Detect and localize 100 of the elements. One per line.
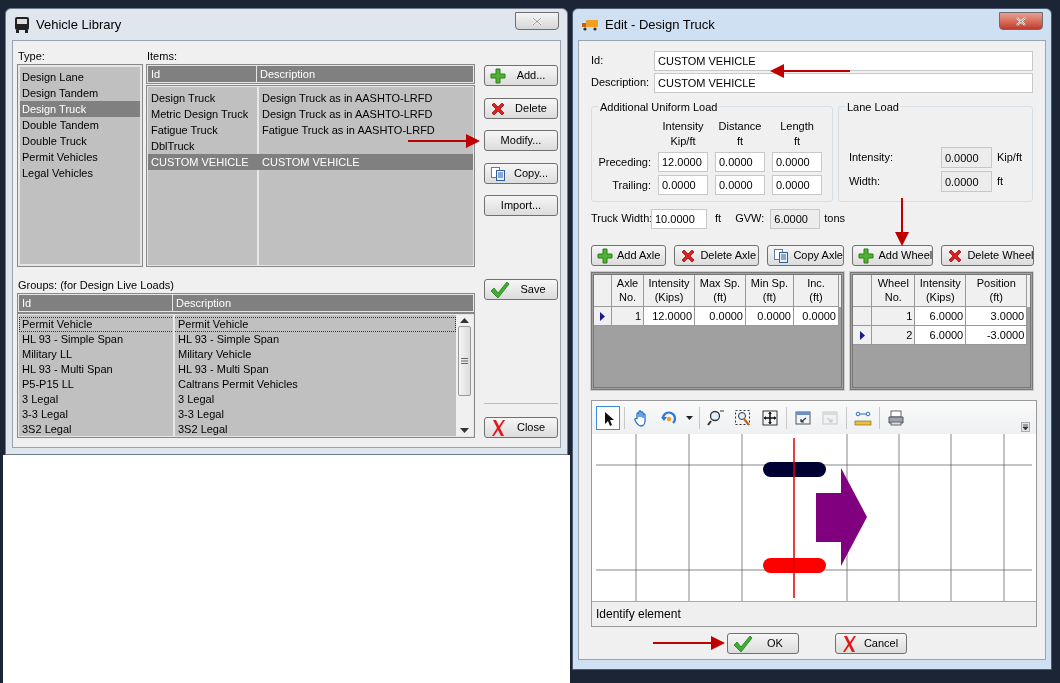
type-list-item[interactable]: Design Tandem	[20, 85, 140, 101]
cancel-button[interactable]: Cancel	[835, 633, 907, 654]
table-cell[interactable]: 0.0000	[695, 307, 746, 326]
groups-row[interactable]: P5-P15 LL Caltrans Permit Vehicles	[19, 377, 456, 392]
table-cell-text: Permit Vehicle	[177, 318, 250, 331]
description-field[interactable]: CUSTOM VEHICLE	[654, 72, 1033, 93]
ok-button[interactable]: OK	[727, 633, 799, 654]
scroll-down-icon[interactable]	[460, 428, 469, 433]
grid-button[interactable]: Copy Axle	[767, 245, 845, 266]
gvw-field[interactable]: 6.0000	[770, 208, 821, 229]
scroll-up-icon[interactable]	[460, 318, 469, 323]
table-cell-text: 3-3 Legal	[177, 408, 225, 421]
library-button[interactable]: Import...	[484, 195, 558, 216]
library-button[interactable]: Copy...	[484, 163, 558, 184]
items-row[interactable]: DblTruck	[148, 138, 198, 154]
close-button[interactable]	[515, 12, 559, 30]
row-header[interactable]	[594, 307, 612, 326]
value-field[interactable]: 0.0000	[715, 152, 765, 172]
items-row[interactable]: Design Truck Design Truck as in AASHTO-LRFD	[148, 90, 436, 106]
close-button[interactable]	[999, 12, 1043, 30]
type-list-item[interactable]: Permit Vehicles	[20, 149, 140, 165]
printer-icon	[887, 408, 905, 427]
column-header[interactable]: Id	[19, 295, 173, 311]
grid-button[interactable]: Add Wheel	[852, 245, 934, 266]
value-field[interactable]: 12.0000	[658, 152, 708, 172]
value-field[interactable]: 0.0000	[658, 175, 708, 195]
row-label: Preceding:	[597, 154, 651, 170]
unit-label: ft	[996, 174, 1004, 190]
type-label: Type:	[18, 49, 46, 64]
type-list-item[interactable]: Double Truck	[20, 133, 140, 149]
table-cell[interactable]: 1	[612, 307, 644, 326]
groups-row[interactable]: Permit Vehicle Permit Vehicle	[19, 317, 456, 332]
toolbar-button[interactable]	[596, 405, 620, 430]
window-title: Vehicle Library	[36, 15, 122, 34]
grid-button[interactable]: Add Axle	[591, 245, 667, 266]
field-label: GVW:	[735, 211, 765, 227]
type-list-item[interactable]: Design Truck	[20, 101, 140, 117]
type-list-item[interactable]: Double Tandem	[20, 117, 140, 133]
table-cell-text: 3-3 Legal	[21, 408, 69, 421]
grip-icon	[461, 357, 468, 364]
table-cell[interactable]: 6.0000	[915, 326, 967, 345]
save-button[interactable]: Save	[484, 279, 558, 300]
table-cell[interactable]: 0.0000	[746, 307, 794, 326]
close-button[interactable]: Close	[484, 417, 558, 438]
row-label: Intensity:	[848, 150, 894, 166]
library-button[interactable]: Delete	[484, 98, 558, 119]
truck-icon	[14, 15, 30, 34]
groups-row[interactable]: Military LL Military Vehicle	[19, 347, 456, 362]
table-cell-text: 3 Legal	[177, 393, 216, 406]
type-list-item[interactable]: Legal Vehicles	[20, 165, 140, 181]
table-cell[interactable]: 3.0000	[966, 307, 1028, 326]
unit-label: tons	[824, 211, 846, 227]
value-field[interactable]: 0.0000	[940, 147, 992, 168]
truck-width-field[interactable]: 10.0000	[651, 208, 707, 229]
library-button[interactable]: Add...	[484, 65, 558, 86]
items-row[interactable]: Fatigue Truck Fatigue Truck as in AASHTO-LRFD	[148, 122, 438, 138]
table-cell[interactable]: 6.0000	[915, 307, 967, 326]
scroll-thumb[interactable]	[458, 325, 471, 396]
table-cell[interactable]: 12.0000	[644, 307, 695, 326]
table-cell[interactable]: -3.0000	[966, 326, 1028, 345]
table-cell[interactable]: 2	[872, 326, 916, 345]
delete-icon	[947, 247, 964, 264]
table-cell-text: Design Truck as in AASHTO-LRFD	[261, 91, 434, 106]
groups-row[interactable]: 3-3 Legal 3-3 Legal	[19, 407, 456, 422]
cancel-icon	[841, 634, 857, 653]
column-header[interactable]: Id	[148, 66, 257, 82]
window-icon	[821, 408, 839, 427]
copy-icon	[773, 247, 790, 264]
scrollbar[interactable]	[456, 315, 473, 436]
type-list-item[interactable]: Design Lane	[20, 69, 140, 85]
grid-button[interactable]: Delete Axle	[674, 245, 760, 266]
value-field[interactable]: 0.0000	[715, 175, 765, 195]
items-row[interactable]: CUSTOM VEHICLE CUSTOM VEHICLE	[148, 154, 473, 170]
current-row-icon	[859, 330, 865, 340]
table-cell[interactable]: 1	[872, 307, 916, 326]
groups-row[interactable]: 3 Legal 3 Legal	[19, 392, 456, 407]
items-row[interactable]: Metric Design Truck Design Truck as in AASHTO-LRFD	[148, 106, 436, 122]
value-field[interactable]: 0.0000	[940, 171, 992, 192]
window-title: Edit - Design Truck	[605, 15, 715, 34]
wheel-shape	[763, 558, 826, 573]
plus-icon	[597, 247, 613, 264]
id-field[interactable]: CUSTOM VEHICLE	[654, 50, 1033, 71]
overflow-icon[interactable]	[1021, 422, 1030, 432]
column-header[interactable]: Description	[257, 66, 473, 82]
groups-row[interactable]: HL 93 - Simple Span HL 93 - Simple Span	[19, 332, 456, 347]
table-cell-text: HL 93 - Simple Span	[177, 333, 281, 346]
value-field[interactable]: 0.0000	[772, 152, 822, 172]
grid-button[interactable]: Delete Wheel	[941, 245, 1035, 266]
column-header: Intensity Kip/ft	[661, 119, 705, 149]
column-header[interactable]: Description	[173, 295, 473, 311]
groups-row[interactable]: HL 93 - Multi Span HL 93 - Multi Span	[19, 362, 456, 377]
library-button[interactable]: Modify...	[484, 130, 558, 151]
table-cell[interactable]: 0.0000	[794, 307, 839, 326]
caret-icon	[685, 415, 693, 420]
row-label: Width:	[848, 174, 882, 190]
table-cell-text: Caltrans Permit Vehicles	[177, 378, 299, 391]
row-header[interactable]	[853, 326, 873, 345]
value-field[interactable]: 0.0000	[772, 175, 822, 195]
groups-row[interactable]: 3S2 Legal 3S2 Legal	[19, 422, 456, 436]
table-cell-text: Design Truck as in AASHTO-LRFD	[261, 107, 434, 122]
